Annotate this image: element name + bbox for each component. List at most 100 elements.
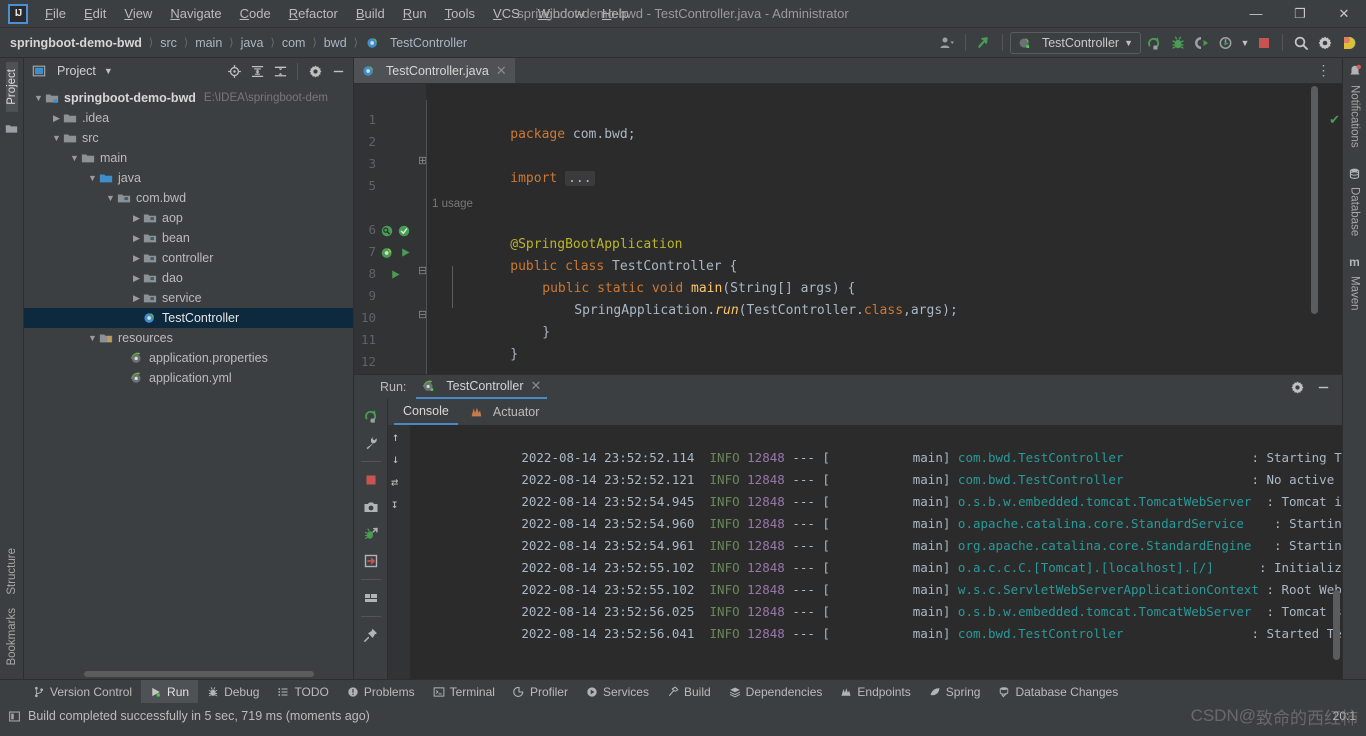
tree-row-project[interactable]: ▼ springboot-demo-bwd E:\IDEA\springboot… — [24, 88, 353, 108]
camera-icon[interactable] — [359, 495, 383, 519]
layout-icon[interactable] — [359, 586, 383, 610]
tree-row-package-bean[interactable]: ▶ bean — [24, 228, 353, 248]
update-project-icon[interactable] — [973, 32, 995, 54]
chevron-down-icon[interactable]: ▼ — [50, 133, 63, 143]
chevron-down-icon[interactable]: ▼ — [86, 173, 99, 183]
tree-row-application-properties[interactable]: application.properties — [24, 348, 353, 368]
sidebar-item-bookmarks[interactable]: Bookmarks — [6, 601, 18, 673]
pin-icon[interactable] — [359, 623, 383, 647]
expand-all-icon[interactable] — [246, 60, 268, 82]
sidebar-item-structure[interactable]: Structure — [6, 541, 18, 602]
database-icon[interactable] — [1348, 167, 1361, 180]
close-icon[interactable]: ✕ — [531, 378, 542, 394]
sidebar-item-notifications[interactable]: Notifications — [1349, 78, 1361, 155]
menu-window[interactable]: Window — [529, 2, 593, 25]
code-content[interactable]: package com.bwd; import ... 1 usage @Spr… — [426, 84, 1328, 374]
spring-bean-gutter-icon[interactable] — [397, 224, 411, 238]
chevron-down-icon[interactable]: ▼ — [32, 93, 45, 103]
stop-icon[interactable] — [1253, 32, 1275, 54]
tree-row-package-service[interactable]: ▶ service — [24, 288, 353, 308]
chevron-right-icon[interactable]: ▶ — [50, 113, 63, 124]
close-icon[interactable]: ✕ — [496, 63, 507, 79]
hide-panel-icon[interactable] — [327, 60, 349, 82]
chevron-down-icon[interactable]: ▼ — [104, 66, 113, 76]
toolwindow-version-control[interactable]: Version Control — [24, 680, 141, 704]
menu-build[interactable]: Build — [347, 2, 394, 25]
toolwindow-database-changes[interactable]: Database Changes — [989, 680, 1127, 704]
tree-row-package-controller[interactable]: ▶ controller — [24, 248, 353, 268]
run-gutter-icon[interactable] — [389, 268, 402, 281]
chevron-down-icon[interactable]: ▼ — [1124, 38, 1133, 48]
chevron-down-icon[interactable]: ▼ — [104, 193, 117, 203]
toolwindow-terminal[interactable]: Terminal — [424, 680, 504, 704]
settings-gear-icon[interactable] — [304, 60, 326, 82]
search-everywhere-icon[interactable] — [1290, 32, 1312, 54]
menu-file[interactable]: File — [36, 2, 75, 25]
tree-row-application-yml[interactable]: application.yml — [24, 368, 353, 388]
collapse-all-icon[interactable] — [269, 60, 291, 82]
editor-gutter[interactable]: 1 2 3 5 6 7 8 9 10 11 12 ⊞ ⊟ ⊟ — [354, 84, 427, 374]
toolwindow-todo[interactable]: TODO — [268, 680, 337, 704]
sidebar-item-database[interactable]: Database — [1349, 180, 1361, 243]
stop-icon[interactable] — [359, 468, 383, 492]
tab-actuator[interactable]: Actuator — [460, 399, 549, 425]
tree-row-src[interactable]: ▼ src — [24, 128, 353, 148]
menu-navigate[interactable]: Navigate — [161, 2, 230, 25]
toolwindow-debug[interactable]: Debug — [198, 680, 268, 704]
tree-row-testcontroller[interactable]: TestController — [24, 308, 353, 328]
hide-panel-icon[interactable] — [1312, 376, 1334, 398]
breadcrumb-testcontroller[interactable]: TestController — [388, 36, 469, 50]
menu-help[interactable]: Help — [593, 2, 638, 25]
inspection-ok-icon[interactable]: ✔ — [1329, 112, 1340, 128]
tree-row-main[interactable]: ▼ main — [24, 148, 353, 168]
run-configuration-selector[interactable]: TestController ▼ — [1009, 31, 1141, 54]
project-tree[interactable]: ▼ springboot-demo-bwd E:\IDEA\springboot… — [24, 84, 353, 679]
settings-gear-icon[interactable] — [1286, 376, 1308, 398]
notifications-icon[interactable] — [1348, 64, 1362, 78]
idea-ultimate-icon[interactable] — [1338, 32, 1360, 54]
scroll-down-icon[interactable]: ↓ — [392, 452, 399, 466]
breadcrumb-com[interactable]: com — [280, 36, 308, 50]
chevron-right-icon[interactable]: ▶ — [130, 273, 143, 284]
menu-refactor[interactable]: Refactor — [280, 2, 347, 25]
toolwindow-spring[interactable]: Spring — [920, 680, 990, 704]
code-editor[interactable]: 1 2 3 5 6 7 8 9 10 11 12 ⊞ ⊟ ⊟ package c… — [354, 84, 1342, 374]
tree-row-package-com-bwd[interactable]: ▼ com.bwd — [24, 188, 353, 208]
editor-vertical-scrollbar[interactable] — [1311, 86, 1318, 314]
run-gutter-icon[interactable] — [399, 246, 412, 259]
toolwindow-build[interactable]: Build — [658, 680, 720, 704]
breadcrumb-main[interactable]: main — [193, 36, 224, 50]
dump-threads-icon[interactable] — [359, 522, 383, 546]
menu-view[interactable]: View — [115, 2, 161, 25]
menu-edit[interactable]: Edit — [75, 2, 115, 25]
close-button[interactable]: ✕ — [1322, 0, 1366, 28]
breadcrumb-bwd[interactable]: bwd — [322, 36, 349, 50]
sidebar-item-maven[interactable]: Maven — [1349, 269, 1361, 318]
locate-icon[interactable] — [223, 60, 245, 82]
chevron-right-icon[interactable]: ▶ — [130, 213, 143, 224]
editor-tab-testcontroller[interactable]: TestController.java ✕ — [354, 58, 515, 83]
run-with-coverage-icon[interactable] — [1191, 32, 1213, 54]
debug-icon[interactable] — [1167, 32, 1189, 54]
editor-inspection-gutter[interactable]: ✔ — [1328, 84, 1342, 374]
tree-row-java[interactable]: ▼ java — [24, 168, 353, 188]
more-options-icon[interactable]: ⋮ — [1313, 60, 1335, 82]
project-folder-icon[interactable] — [5, 122, 18, 135]
menu-code[interactable]: Code — [231, 2, 280, 25]
maven-icon[interactable]: m — [1349, 255, 1360, 269]
run-tab-testcontroller[interactable]: TestController ✕ — [416, 375, 548, 399]
toolwindow-run[interactable]: Run — [141, 679, 199, 704]
breadcrumb-src[interactable]: src — [158, 36, 179, 50]
scroll-up-icon[interactable]: ↑ — [392, 430, 399, 444]
toolwindow-problems[interactable]: Problems — [338, 680, 424, 704]
maximize-button[interactable]: ❐ — [1278, 0, 1322, 28]
menu-tools[interactable]: Tools — [436, 2, 484, 25]
tree-row-resources[interactable]: ▼ resources — [24, 328, 353, 348]
chevron-down-icon[interactable]: ▼ — [1239, 32, 1251, 54]
tab-console[interactable]: Console — [394, 399, 458, 425]
toolwindow-dependencies[interactable]: Dependencies — [720, 680, 832, 704]
tree-horizontal-scrollbar[interactable] — [84, 671, 314, 677]
usage-hint[interactable]: 1 usage — [432, 196, 473, 212]
console-vertical-scrollbar[interactable] — [1333, 590, 1340, 660]
sidebar-item-project[interactable]: Project — [5, 62, 18, 112]
